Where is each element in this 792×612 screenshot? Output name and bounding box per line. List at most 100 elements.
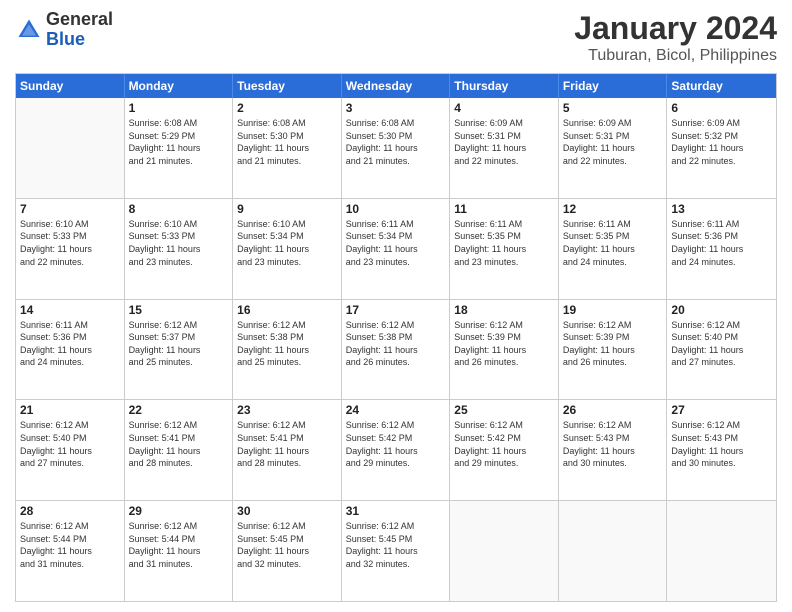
calendar-cell: 17Sunrise: 6:12 AM Sunset: 5:38 PM Dayli…: [342, 300, 451, 400]
calendar: SundayMondayTuesdayWednesdayThursdayFrid…: [15, 73, 777, 602]
day-info: Sunrise: 6:12 AM Sunset: 5:43 PM Dayligh…: [671, 419, 772, 469]
day-info: Sunrise: 6:09 AM Sunset: 5:31 PM Dayligh…: [454, 117, 554, 167]
day-number: 24: [346, 403, 446, 417]
day-number: 11: [454, 202, 554, 216]
day-number: 12: [563, 202, 663, 216]
day-number: 27: [671, 403, 772, 417]
calendar-header-cell: Thursday: [450, 74, 559, 98]
day-info: Sunrise: 6:08 AM Sunset: 5:30 PM Dayligh…: [346, 117, 446, 167]
day-number: 10: [346, 202, 446, 216]
calendar-cell: [667, 501, 776, 601]
calendar-cell: 7 Sunrise: 6:10 AM Sunset: 5:33 PM Daylig…: [16, 199, 125, 299]
day-number: 22: [129, 403, 229, 417]
calendar-row: 14Sunrise: 6:11 AM Sunset: 5:36 PM Dayli…: [16, 300, 776, 401]
day-info: Sunrise: 6:12 AM Sunset: 5:42 PM Dayligh…: [454, 419, 554, 469]
calendar-header-cell: Wednesday: [342, 74, 451, 98]
day-info: Sunrise: 6:09 AM Sunset: 5:32 PM Dayligh…: [671, 117, 772, 167]
day-info: Sunrise: 6:11 AM Sunset: 5:36 PM Dayligh…: [20, 319, 120, 369]
logo-area: General Blue: [15, 10, 113, 50]
calendar-cell: 18 Sunrise: 6:12 AM Sunset: 5:39 PM Dayli…: [450, 300, 559, 400]
day-number: 20: [671, 303, 772, 317]
day-number: 30: [237, 504, 337, 518]
calendar-cell: 29 Sunrise: 6:12 AM Sunset: 5:44 PM Dayli…: [125, 501, 234, 601]
day-number: 25: [454, 403, 554, 417]
day-info: Sunrise: 6:10 AM Sunset: 5:33 PM Dayligh…: [20, 218, 120, 268]
calendar-header-cell: Monday: [125, 74, 234, 98]
calendar-cell: 1 Sunrise: 6:08 AM Sunset: 5:29 PM Daylig…: [125, 98, 234, 198]
day-info: Sunrise: 6:12 AM Sunset: 5:41 PM Dayligh…: [129, 419, 229, 469]
calendar-cell: 4 Sunrise: 6:09 AM Sunset: 5:31 PM Daylig…: [450, 98, 559, 198]
day-info: Sunrise: 6:10 AM Sunset: 5:34 PM Dayligh…: [237, 218, 337, 268]
calendar-cell: 28Sunrise: 6:12 AM Sunset: 5:44 PM Dayli…: [16, 501, 125, 601]
calendar-cell: 31 Sunrise: 6:12 AM Sunset: 5:45 PM Dayli…: [342, 501, 451, 601]
calendar-cell: 23 Sunrise: 6:12 AM Sunset: 5:41 PM Dayli…: [233, 400, 342, 500]
day-info: Sunrise: 6:12 AM Sunset: 5:40 PM Dayligh…: [20, 419, 120, 469]
page: General Blue January 2024 Tuburan, Bicol…: [0, 0, 792, 612]
day-info: Sunrise: 6:12 AM Sunset: 5:43 PM Dayligh…: [563, 419, 663, 469]
calendar-row: 7 Sunrise: 6:10 AM Sunset: 5:33 PM Daylig…: [16, 199, 776, 300]
logo-text: General Blue: [46, 10, 113, 50]
calendar-cell: 19Sunrise: 6:12 AM Sunset: 5:39 PM Dayli…: [559, 300, 668, 400]
day-number: 8: [129, 202, 229, 216]
calendar-cell: 20Sunrise: 6:12 AM Sunset: 5:40 PM Dayli…: [667, 300, 776, 400]
day-number: 31: [346, 504, 446, 518]
day-number: 4: [454, 101, 554, 115]
calendar-header: SundayMondayTuesdayWednesdayThursdayFrid…: [16, 74, 776, 98]
calendar-cell: 14Sunrise: 6:11 AM Sunset: 5:36 PM Dayli…: [16, 300, 125, 400]
calendar-cell: [559, 501, 668, 601]
calendar-cell: 26 Sunrise: 6:12 AM Sunset: 5:43 PM Dayli…: [559, 400, 668, 500]
logo-general: General: [46, 10, 113, 30]
calendar-cell: 27 Sunrise: 6:12 AM Sunset: 5:43 PM Dayli…: [667, 400, 776, 500]
day-info: Sunrise: 6:09 AM Sunset: 5:31 PM Dayligh…: [563, 117, 663, 167]
day-number: 18: [454, 303, 554, 317]
day-number: 16: [237, 303, 337, 317]
page-subtitle: Tuburan, Bicol, Philippines: [574, 47, 777, 65]
day-info: Sunrise: 6:08 AM Sunset: 5:29 PM Dayligh…: [129, 117, 229, 167]
calendar-cell: 30 Sunrise: 6:12 AM Sunset: 5:45 PM Dayli…: [233, 501, 342, 601]
day-info: Sunrise: 6:12 AM Sunset: 5:41 PM Dayligh…: [237, 419, 337, 469]
day-info: Sunrise: 6:12 AM Sunset: 5:44 PM Dayligh…: [20, 520, 120, 570]
page-title: January 2024: [574, 10, 777, 47]
day-number: 7: [20, 202, 120, 216]
calendar-cell: 25 Sunrise: 6:12 AM Sunset: 5:42 PM Dayli…: [450, 400, 559, 500]
day-number: 3: [346, 101, 446, 115]
calendar-cell: 21Sunrise: 6:12 AM Sunset: 5:40 PM Dayli…: [16, 400, 125, 500]
calendar-header-cell: Tuesday: [233, 74, 342, 98]
day-info: Sunrise: 6:12 AM Sunset: 5:45 PM Dayligh…: [237, 520, 337, 570]
day-number: 6: [671, 101, 772, 115]
calendar-cell: 2Sunrise: 6:08 AM Sunset: 5:30 PM Daylig…: [233, 98, 342, 198]
calendar-cell: 6 Sunrise: 6:09 AM Sunset: 5:32 PM Daylig…: [667, 98, 776, 198]
logo-icon: [15, 16, 43, 44]
calendar-row: 21Sunrise: 6:12 AM Sunset: 5:40 PM Dayli…: [16, 400, 776, 501]
day-info: Sunrise: 6:12 AM Sunset: 5:37 PM Dayligh…: [129, 319, 229, 369]
day-info: Sunrise: 6:11 AM Sunset: 5:34 PM Dayligh…: [346, 218, 446, 268]
day-number: 29: [129, 504, 229, 518]
calendar-cell: 9 Sunrise: 6:10 AM Sunset: 5:34 PM Daylig…: [233, 199, 342, 299]
calendar-header-cell: Friday: [559, 74, 668, 98]
calendar-cell: 3 Sunrise: 6:08 AM Sunset: 5:30 PM Daylig…: [342, 98, 451, 198]
calendar-cell: 10 Sunrise: 6:11 AM Sunset: 5:34 PM Dayli…: [342, 199, 451, 299]
day-info: Sunrise: 6:12 AM Sunset: 5:44 PM Dayligh…: [129, 520, 229, 570]
day-number: 1: [129, 101, 229, 115]
calendar-cell: 13 Sunrise: 6:11 AM Sunset: 5:36 PM Dayli…: [667, 199, 776, 299]
day-info: Sunrise: 6:11 AM Sunset: 5:36 PM Dayligh…: [671, 218, 772, 268]
day-number: 17: [346, 303, 446, 317]
calendar-cell: 5Sunrise: 6:09 AM Sunset: 5:31 PM Daylig…: [559, 98, 668, 198]
day-info: Sunrise: 6:12 AM Sunset: 5:39 PM Dayligh…: [454, 319, 554, 369]
day-number: 2: [237, 101, 337, 115]
calendar-row: 1 Sunrise: 6:08 AM Sunset: 5:29 PM Daylig…: [16, 98, 776, 199]
day-number: 26: [563, 403, 663, 417]
calendar-cell: [16, 98, 125, 198]
title-area: January 2024 Tuburan, Bicol, Philippines: [574, 10, 777, 65]
calendar-cell: 24 Sunrise: 6:12 AM Sunset: 5:42 PM Dayli…: [342, 400, 451, 500]
day-info: Sunrise: 6:12 AM Sunset: 5:45 PM Dayligh…: [346, 520, 446, 570]
calendar-cell: 15 Sunrise: 6:12 AM Sunset: 5:37 PM Dayli…: [125, 300, 234, 400]
calendar-header-cell: Saturday: [667, 74, 776, 98]
day-number: 23: [237, 403, 337, 417]
day-number: 13: [671, 202, 772, 216]
calendar-cell: 22 Sunrise: 6:12 AM Sunset: 5:41 PM Dayli…: [125, 400, 234, 500]
day-info: Sunrise: 6:12 AM Sunset: 5:42 PM Dayligh…: [346, 419, 446, 469]
day-info: Sunrise: 6:11 AM Sunset: 5:35 PM Dayligh…: [563, 218, 663, 268]
day-number: 9: [237, 202, 337, 216]
day-number: 15: [129, 303, 229, 317]
